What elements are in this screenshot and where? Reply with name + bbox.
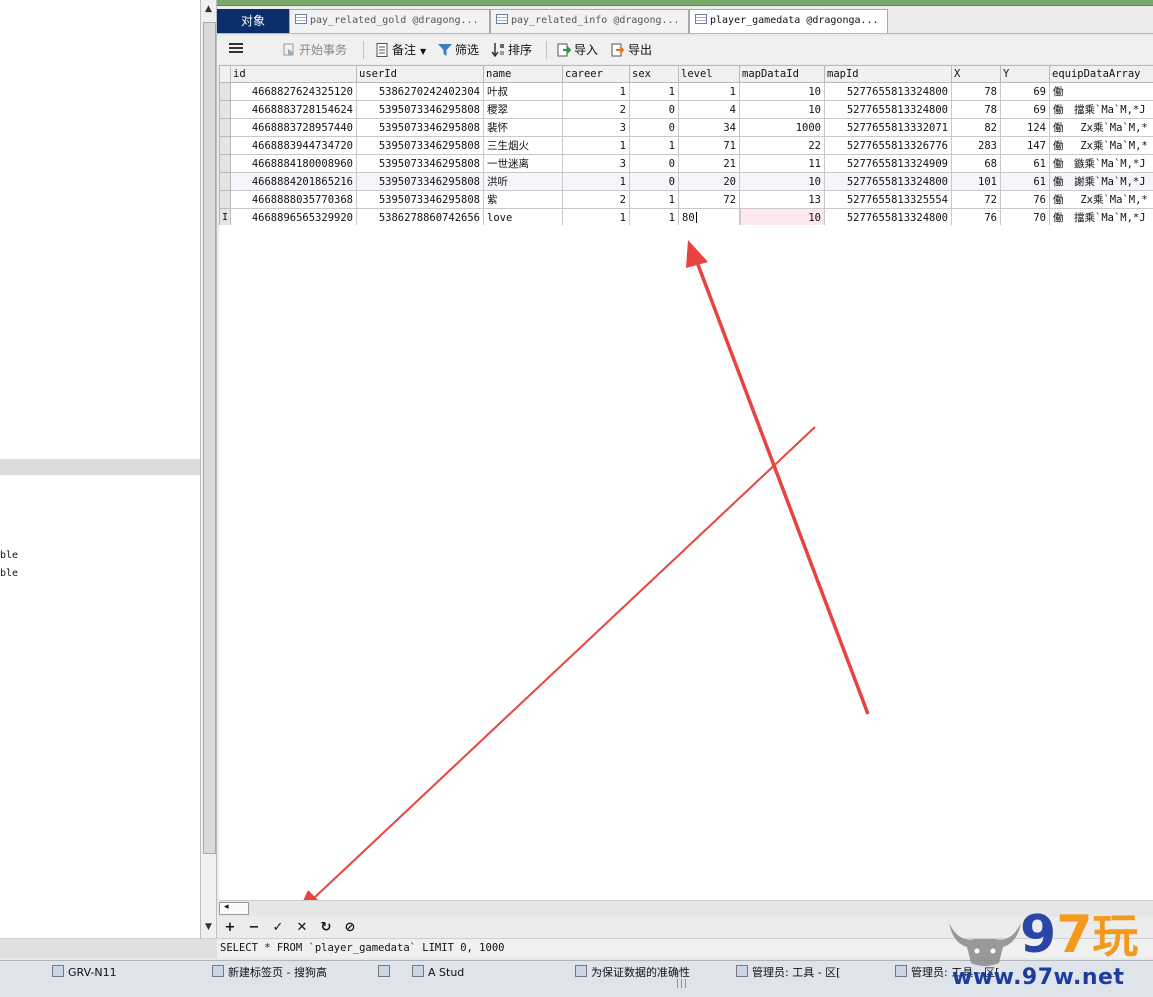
annotation-arrow-line [697,262,868,714]
scroll-left-icon[interactable]: ◂ [224,902,229,912]
taskbar-item-label: 新建标签页 - 搜狗高 [228,966,327,979]
console-icon [736,965,748,977]
browser-icon [212,965,224,977]
minus-icon: − [249,920,260,935]
app-icon [412,965,424,977]
close-icon: ✕ [297,920,308,935]
scrollbar-thumb[interactable]: ◂ [219,902,249,915]
bull-logo-icon [945,913,1025,969]
document-icon [575,965,587,977]
watermark-char: 玩 [1092,909,1138,963]
stop-icon: ⊘ [345,920,356,935]
taskbar-item-label: GRV-N11 [68,966,117,979]
watermark-url: www.97w.net [952,965,1124,990]
taskbar-item-label: 为保证数据的准确性 [591,966,690,979]
refresh-button[interactable]: ↻ [317,919,335,936]
taskbar-item[interactable]: GRV-N11 [52,965,202,981]
annotation-arrow-line [314,427,815,898]
watermark-logo-text: 97玩 [1020,905,1138,966]
refresh-icon: ↻ [321,920,332,935]
delete-record-button[interactable]: − [245,919,263,936]
check-icon: ✓ [273,920,284,935]
watermark-digit: 9 [1020,905,1056,965]
plus-icon: + [225,920,236,935]
apply-changes-button[interactable]: ✓ [269,919,287,936]
taskbar-grip-icon: ||| [676,979,688,989]
taskbar-item[interactable]: 为保证数据的准确性 [575,965,725,981]
taskbar-item[interactable] [378,965,403,981]
annotation-arrowhead [686,240,708,268]
add-record-button[interactable]: + [221,919,239,936]
taskbar-item-label: 管理员: 工具 - 区[ [752,966,840,979]
taskbar-item-label: A Stud [428,966,464,979]
folder-icon [52,965,64,977]
taskbar-item[interactable]: A Stud [412,965,562,981]
discard-changes-button[interactable]: ✕ [293,919,311,936]
qq-icon [378,965,390,977]
annotation-arrows [0,0,1153,996]
taskbar-item[interactable]: 新建标签页 - 搜狗高 [212,965,367,981]
stop-button[interactable]: ⊘ [341,919,359,936]
console-icon [895,965,907,977]
site-watermark: 97玩 www.97w.net [945,905,1150,993]
sql-query-text: SELECT * FROM `player_gamedata` LIMIT 0,… [220,942,504,954]
watermark-digit: 7 [1056,905,1092,965]
taskbar-item[interactable]: 管理员: 工具 - 区[ [736,965,886,981]
